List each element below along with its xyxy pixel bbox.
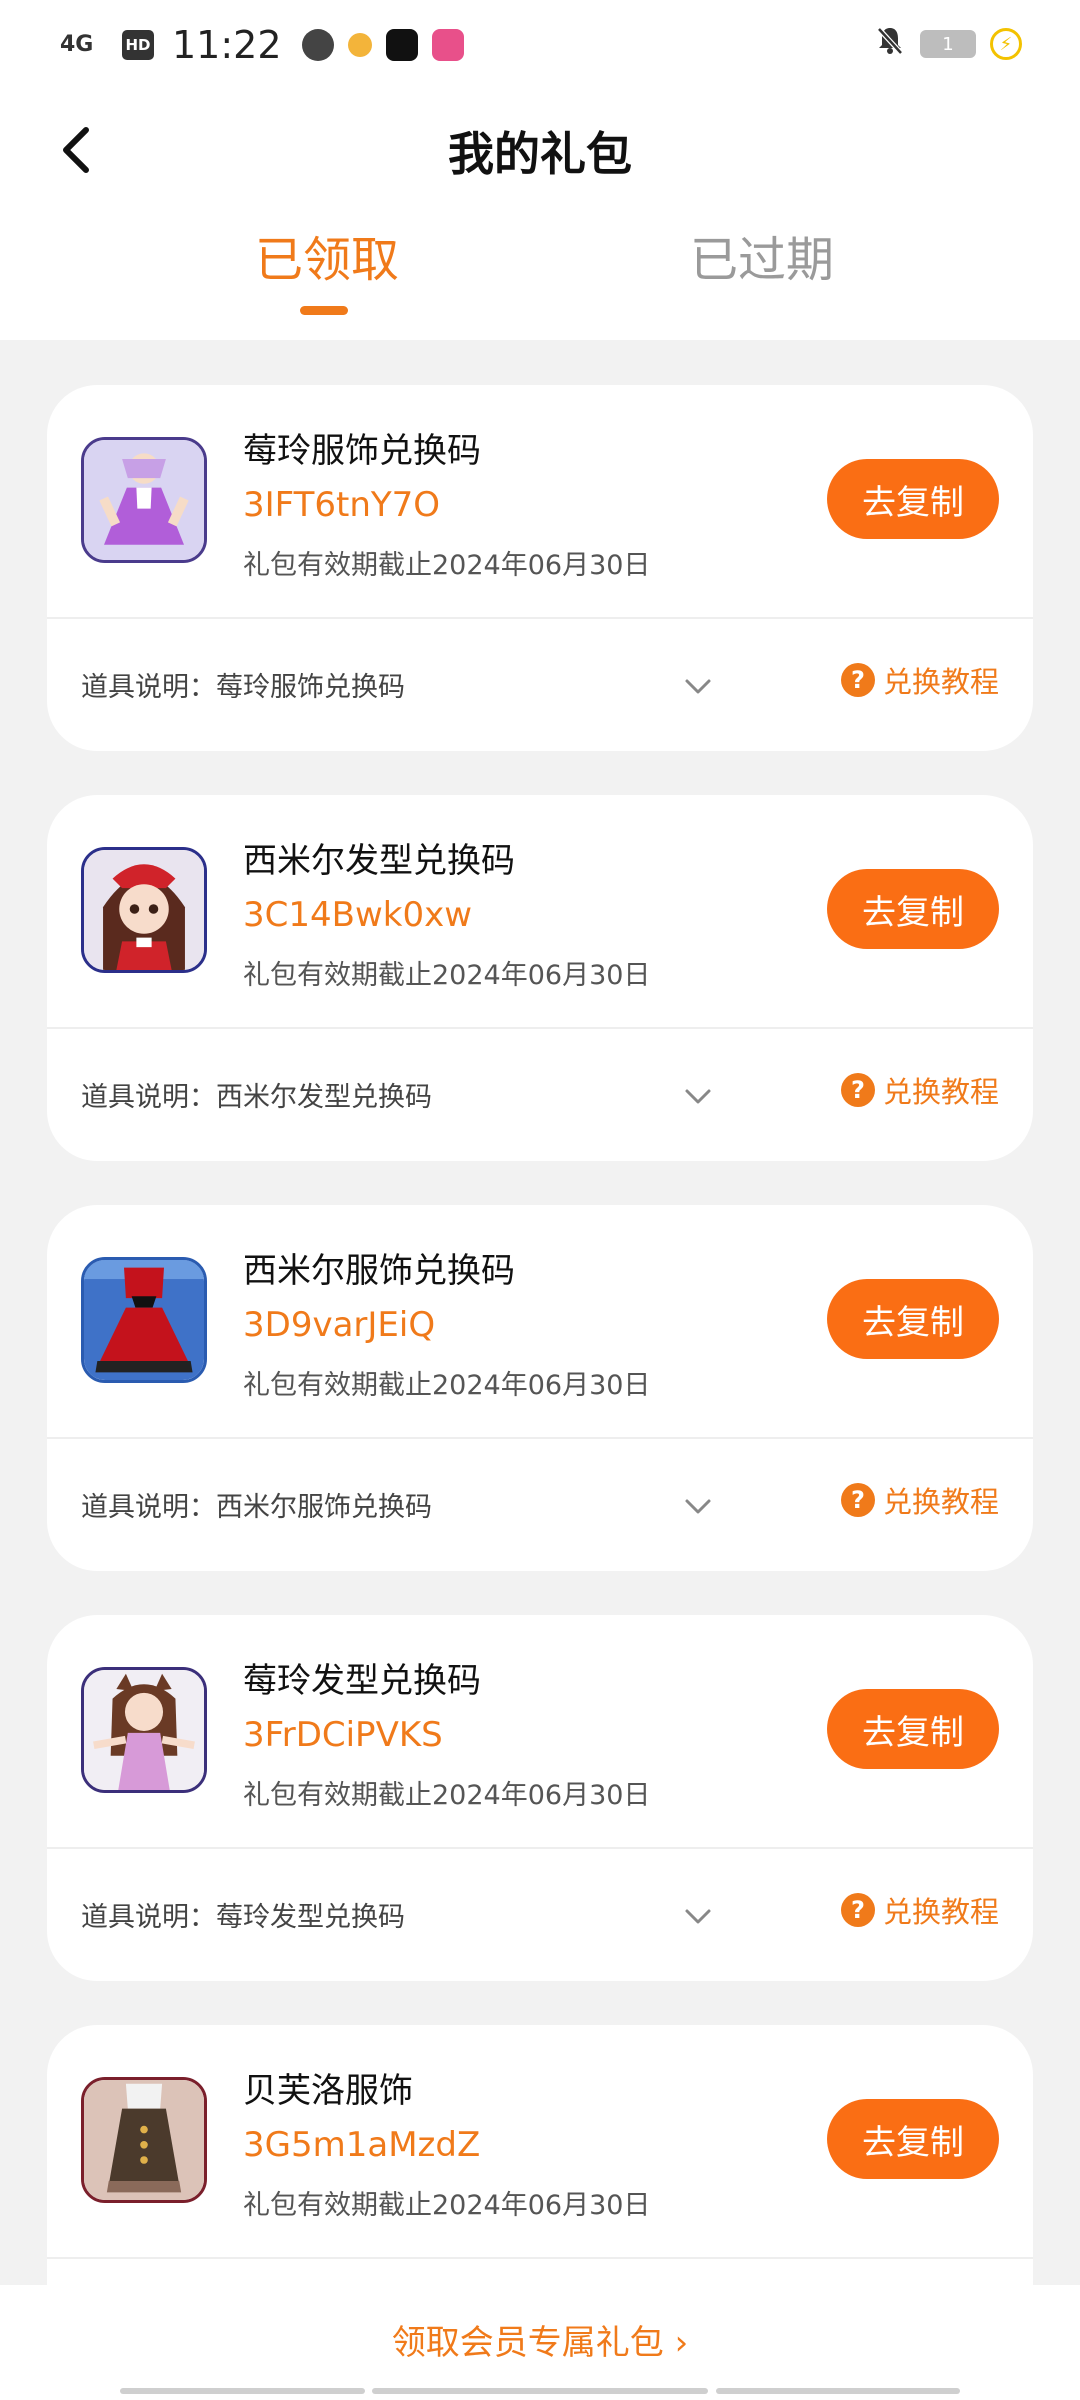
question-icon: ? xyxy=(840,1893,875,1927)
battery-icon: 1 xyxy=(920,30,976,58)
gift-card-bottom[interactable]: 道具说明：西米尔服饰兑换码 ? 兑换教程 xyxy=(47,1439,1033,1571)
redeem-tutorial-link[interactable]: ? 兑换教程 xyxy=(840,659,999,701)
gift-expiry: 礼包有效期截止2024年06月30日 xyxy=(243,960,651,991)
header: 我的礼包 已领取 已过期 xyxy=(0,90,1080,340)
app-notification-icon xyxy=(347,33,372,57)
question-icon: ? xyxy=(840,1483,875,1517)
gift-card-top: 莓玲发型兑换码 3FrDCiPVKS 礼包有效期截止2024年06月30日 去复… xyxy=(47,1615,1033,1847)
charging-icon: ⚡ xyxy=(990,28,1022,60)
chevron-down-icon[interactable] xyxy=(683,677,713,697)
gift-code: 3D9varJEiQ xyxy=(243,1305,436,1345)
gift-card-top: 贝芙洛服饰 3G5m1aMzdZ 礼包有效期截止2024年06月30日 去复制 xyxy=(47,2025,1033,2257)
gift-thumbnail xyxy=(81,437,207,563)
cat-ear-character-image xyxy=(84,1670,204,1790)
gift-card-bottom[interactable]: 道具说明：西米尔发型兑换码 ? 兑换教程 xyxy=(47,1029,1033,1161)
hd-badge: HD xyxy=(122,30,154,60)
status-time: 11:22 xyxy=(172,23,282,67)
gift-code: 3IFT6tnY7O xyxy=(243,485,441,525)
gift-expiry: 礼包有效期截止2024年06月30日 xyxy=(243,550,651,581)
gift-expiry: 礼包有效期截止2024年06月30日 xyxy=(243,2190,651,2221)
copy-button[interactable]: 去复制 xyxy=(827,2099,999,2179)
description-text: 西米尔发型兑换码 xyxy=(216,1082,432,1113)
bell-muted-icon xyxy=(874,24,906,64)
copy-button[interactable]: 去复制 xyxy=(827,1689,999,1769)
question-icon: ? xyxy=(840,663,875,697)
gesture-bar-segment xyxy=(716,2388,960,2394)
gesture-bar-segment xyxy=(120,2388,365,2394)
copy-button[interactable]: 去复制 xyxy=(827,1279,999,1359)
copy-button[interactable]: 去复制 xyxy=(827,459,999,539)
chevron-down-icon[interactable] xyxy=(683,1497,713,1517)
network-indicator: 4G xyxy=(60,32,94,57)
gift-thumbnail xyxy=(81,1257,207,1383)
item-description: 道具说明：莓玲发型兑换码 xyxy=(81,1895,405,1934)
chevron-down-icon[interactable] xyxy=(683,1907,713,1927)
gift-card: 西米尔发型兑换码 3C14Bwk0xw 礼包有效期截止2024年06月30日 去… xyxy=(47,795,1033,1161)
gift-code: 3FrDCiPVKS xyxy=(243,1715,443,1755)
gift-thumbnail xyxy=(81,1667,207,1793)
tab-bar: 已领取 已过期 xyxy=(0,220,1080,340)
app-notification-icon xyxy=(301,29,334,61)
description-text: 莓玲服饰兑换码 xyxy=(216,672,405,703)
gift-card-bottom[interactable]: 道具说明：莓玲服饰兑换码 ? 兑换教程 xyxy=(47,619,1033,751)
status-left: 4G HD 11:22 xyxy=(60,23,464,67)
gift-name: 莓玲服饰兑换码 xyxy=(243,431,481,471)
gift-card: 西米尔服饰兑换码 3D9varJEiQ 礼包有效期截止2024年06月30日 去… xyxy=(47,1205,1033,1571)
gift-expiry: 礼包有效期截止2024年06月30日 xyxy=(243,1370,651,1401)
gift-card: 莓玲服饰兑换码 3IFT6tnY7O 礼包有效期截止2024年06月30日 去复… xyxy=(47,385,1033,751)
bottom-bar: 领取会员专属礼包 › xyxy=(0,2285,1080,2400)
gesture-bar-segment xyxy=(372,2388,708,2394)
gift-card-bottom[interactable]: 道具说明：莓玲发型兑换码 ? 兑换教程 xyxy=(47,1849,1033,1981)
gift-name: 莓玲发型兑换码 xyxy=(243,1661,481,1701)
gift-list: 莓玲服饰兑换码 3IFT6tnY7O 礼包有效期截止2024年06月30日 去复… xyxy=(47,385,1033,2400)
gift-thumbnail xyxy=(81,2077,207,2203)
description-label: 道具说明： xyxy=(81,1492,216,1523)
tab-expired[interactable]: 已过期 xyxy=(690,220,834,290)
vip-gift-link[interactable]: 领取会员专属礼包 › xyxy=(0,2315,1080,2364)
brown-outfit-character-image xyxy=(84,2080,204,2200)
description-text: 莓玲发型兑换码 xyxy=(216,1902,405,1933)
tutorial-label: 兑换教程 xyxy=(882,665,999,699)
gift-card-top: 莓玲服饰兑换码 3IFT6tnY7O 礼包有效期截止2024年06月30日 去复… xyxy=(47,385,1033,617)
gift-card-top: 西米尔服饰兑换码 3D9varJEiQ 礼包有效期截止2024年06月30日 去… xyxy=(47,1205,1033,1437)
description-label: 道具说明： xyxy=(81,672,216,703)
gift-expiry: 礼包有效期截止2024年06月30日 xyxy=(243,1780,651,1811)
tutorial-label: 兑换教程 xyxy=(882,1485,999,1519)
redeem-tutorial-link[interactable]: ? 兑换教程 xyxy=(840,1479,999,1521)
tutorial-label: 兑换教程 xyxy=(882,1895,999,1929)
app-notification-icon xyxy=(431,29,464,61)
description-label: 道具说明： xyxy=(81,1082,216,1113)
item-description: 道具说明：莓玲服饰兑换码 xyxy=(81,665,405,704)
item-description: 道具说明：西米尔发型兑换码 xyxy=(81,1075,432,1114)
question-icon: ? xyxy=(840,1073,875,1107)
gift-card: 莓玲发型兑换码 3FrDCiPVKS 礼包有效期截止2024年06月30日 去复… xyxy=(47,1615,1033,1981)
redeem-tutorial-link[interactable]: ? 兑换教程 xyxy=(840,1889,999,1931)
tab-claimed[interactable]: 已领取 xyxy=(255,220,399,290)
gift-thumbnail xyxy=(81,847,207,973)
tutorial-label: 兑换教程 xyxy=(882,1075,999,1109)
red-hat-character-image xyxy=(84,850,204,970)
red-dress-image xyxy=(84,1260,204,1380)
description-label: 道具说明： xyxy=(81,1902,216,1933)
gift-card-top: 西米尔发型兑换码 3C14Bwk0xw 礼包有效期截止2024年06月30日 去… xyxy=(47,795,1033,1027)
copy-button[interactable]: 去复制 xyxy=(827,869,999,949)
gift-code: 3G5m1aMzdZ xyxy=(243,2125,481,2165)
active-tab-indicator xyxy=(300,306,348,315)
app-notification-icon xyxy=(385,29,418,61)
gift-name: 西米尔发型兑换码 xyxy=(243,841,515,881)
redeem-tutorial-link[interactable]: ? 兑换教程 xyxy=(840,1069,999,1111)
status-bar: 4G HD 11:22 1 ⚡ xyxy=(0,0,1080,90)
purple-dress-character-image xyxy=(84,440,204,560)
divider xyxy=(47,2257,1033,2259)
status-right: 1 ⚡ xyxy=(874,24,1022,64)
description-text: 西米尔服饰兑换码 xyxy=(216,1492,432,1523)
chevron-down-icon[interactable] xyxy=(683,1087,713,1107)
item-description: 道具说明：西米尔服饰兑换码 xyxy=(81,1485,432,1524)
gift-name: 贝芙洛服饰 xyxy=(243,2071,413,2111)
gift-name: 西米尔服饰兑换码 xyxy=(243,1251,515,1291)
gift-code: 3C14Bwk0xw xyxy=(243,895,473,935)
page-title: 我的礼包 xyxy=(448,127,632,181)
